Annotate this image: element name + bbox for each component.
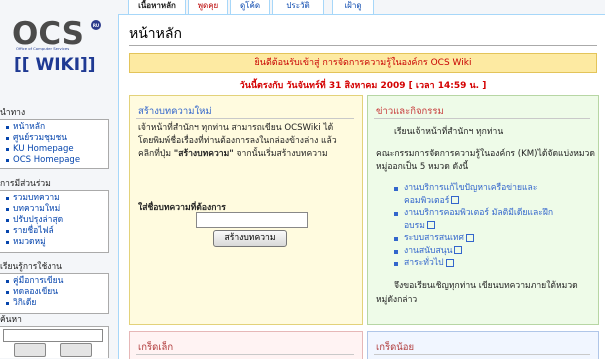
- news-intro-line-2: หมู่ออกเป็น 5 หมวด ดังนี้: [376, 162, 469, 172]
- article-name-input[interactable]: [196, 212, 308, 228]
- tips-panel: เกร็ดเล็ก: [129, 331, 363, 359]
- search-box: [0, 326, 109, 358]
- search-go-button[interactable]: [14, 343, 46, 357]
- misc-heading: เกร็ดน้อย: [376, 342, 415, 353]
- news-closing-line-2: หมู่ดังกล่าว: [376, 295, 418, 305]
- logo-wiki: [[ WIKI]]: [14, 55, 96, 74]
- help-box: คู่มือการเขียน ทดลองเขียน วิกิเดีย: [0, 273, 109, 314]
- welcome-banner: ยินดีต้อนรับเข้าสู่ การจัดการความรู้ในอง…: [129, 53, 597, 73]
- news-panel: ข่าวและกิจกรรม เรียนเจ้าหน้าที่สำนักฯ ทุ…: [367, 95, 599, 325]
- tab-discussion[interactable]: พูดคุย: [188, 0, 228, 15]
- news-greeting: เรียนเจ้าหน้าที่สำนักฯ ทุกท่าน: [394, 127, 504, 137]
- search-input[interactable]: [3, 329, 103, 342]
- category-link-multimedia[interactable]: งานบริการคอมพิวเตอร์ มัลติมีเดียและฝึก: [394, 207, 553, 220]
- category-list: งานบริการแก้ไขปัญหาเครือข่ายและ คอมพิวเต…: [394, 182, 553, 270]
- help-heading: เรียนรู้การใช้งาน: [0, 262, 62, 272]
- sidebar-item-wikipedia[interactable]: วิกิเดีย: [4, 298, 108, 309]
- panel-divider: [374, 354, 590, 355]
- create-instructions-line-2: โดยพิมพ์ชื่อเรื่องที่ท่านต้องการลงในกล่อ…: [138, 136, 337, 146]
- create-article-panel: สร้างบทความใหม่ เจ้าหน้าที่สำนักฯ ทุกท่า…: [129, 95, 363, 325]
- category-link-information-systems[interactable]: ระบบสารสนเทศ: [394, 232, 553, 245]
- create-instructions-line-1: เจ้าหน้าที่สำนักฯ ทุกท่าน สามารถเขียน OC…: [138, 123, 334, 133]
- misc-panel: เกร็ดน้อย: [367, 331, 599, 359]
- search-button[interactable]: [60, 343, 92, 357]
- external-link-icon: [426, 221, 435, 229]
- tab-view-source[interactable]: ดูโค้ด: [230, 0, 270, 15]
- navigation-box: หน้าหลัก ศูนย์รวมชุมชน KU Homepage OCS H…: [0, 119, 109, 169]
- sidebar-item-community[interactable]: ศูนย์รวมชุมชน: [4, 133, 108, 144]
- tab-history[interactable]: ประวัติ: [272, 0, 324, 15]
- category-link-multimedia-cont[interactable]: อบรม: [394, 220, 553, 233]
- search-heading: ค้นหา: [0, 315, 22, 325]
- sidebar-item-file-list[interactable]: รายชื่อไฟล์: [4, 226, 108, 237]
- create-instructions-line-3: คลิกที่ปุ่ม "สร้างบทความ" จากนั้นเริ่มสร…: [138, 149, 328, 159]
- panel-divider: [136, 354, 354, 355]
- news-intro-line-1: คณะกรรมการจัดการความรู้ในองค์กร (KM)ได้จ…: [376, 149, 595, 159]
- category-link-support[interactable]: งานสนับสนุน: [394, 245, 553, 258]
- panel-divider: [374, 118, 590, 119]
- news-heading: ข่าวและกิจกรรม: [376, 106, 444, 117]
- sidebar-item-categories[interactable]: หมวดหมู่: [4, 237, 108, 248]
- create-article-button[interactable]: สร้างบทความ: [213, 230, 287, 247]
- tips-heading: เกร็ดเล็ก: [138, 342, 174, 353]
- ocs-wiki-logo[interactable]: OCS RU Office of Computer Services [[ WI…: [10, 14, 112, 74]
- sidebar-item-ocs-homepage[interactable]: OCS Homepage: [4, 155, 108, 166]
- nav-heading: นำทาง: [0, 108, 26, 118]
- news-closing-line-1: จึงขอเรียนเชิญทุกท่าน เขียนบทความภายใต้ห…: [394, 281, 578, 291]
- external-link-icon: [466, 233, 475, 242]
- category-link-network[interactable]: งานบริการแก้ไขปัญหาเครือข่ายและ: [394, 182, 553, 195]
- sidebar: OCS RU Office of Computer Services [[ WI…: [0, 0, 118, 358]
- sidebar-item-writing-guide[interactable]: คู่มือการเขียน: [4, 276, 108, 287]
- content-area: หน้าหลัก ยินดีต้อนรับเข้าสู่ การจัดการคว…: [118, 14, 605, 359]
- category-link-general[interactable]: สาระทั่วไป: [394, 257, 553, 270]
- current-date: วันนี้ตรงกับ วันจันทร์ที่ 31 สิงหาคม 200…: [239, 81, 487, 91]
- external-link-icon: [445, 258, 454, 267]
- title-divider: [129, 45, 597, 46]
- create-article-heading: สร้างบทความใหม่: [138, 106, 212, 117]
- sidebar-item-sandbox[interactable]: ทดลองเขียน: [4, 287, 108, 298]
- sidebar-item-main-page[interactable]: หน้าหลัก: [4, 122, 108, 133]
- tab-watch[interactable]: เฝ้าดู: [332, 0, 374, 15]
- external-link-icon: [454, 246, 463, 254]
- participate-heading: การมีส่วนร่วม: [0, 179, 51, 189]
- page-title: หน้าหลัก: [129, 26, 182, 42]
- logo-subtitle: Office of Computer Services: [16, 46, 69, 51]
- svg-text:RU: RU: [93, 23, 99, 28]
- sidebar-item-ku-homepage[interactable]: KU Homepage: [4, 144, 108, 155]
- sidebar-item-all-articles[interactable]: รวมบทความ: [4, 193, 108, 204]
- tab-main-content[interactable]: เนื้อหาหลัก: [128, 0, 186, 15]
- external-link-icon: [451, 196, 460, 204]
- sidebar-item-new-articles[interactable]: บทความใหม่: [4, 204, 108, 215]
- category-link-network-cont[interactable]: คอมพิวเตอร์: [394, 195, 553, 208]
- sidebar-item-recent-changes[interactable]: ปรับปรุงล่าสุด: [4, 215, 108, 226]
- participate-box: รวมบทความ บทความใหม่ ปรับปรุงล่าสุด รายช…: [0, 190, 109, 253]
- panel-divider: [136, 118, 354, 119]
